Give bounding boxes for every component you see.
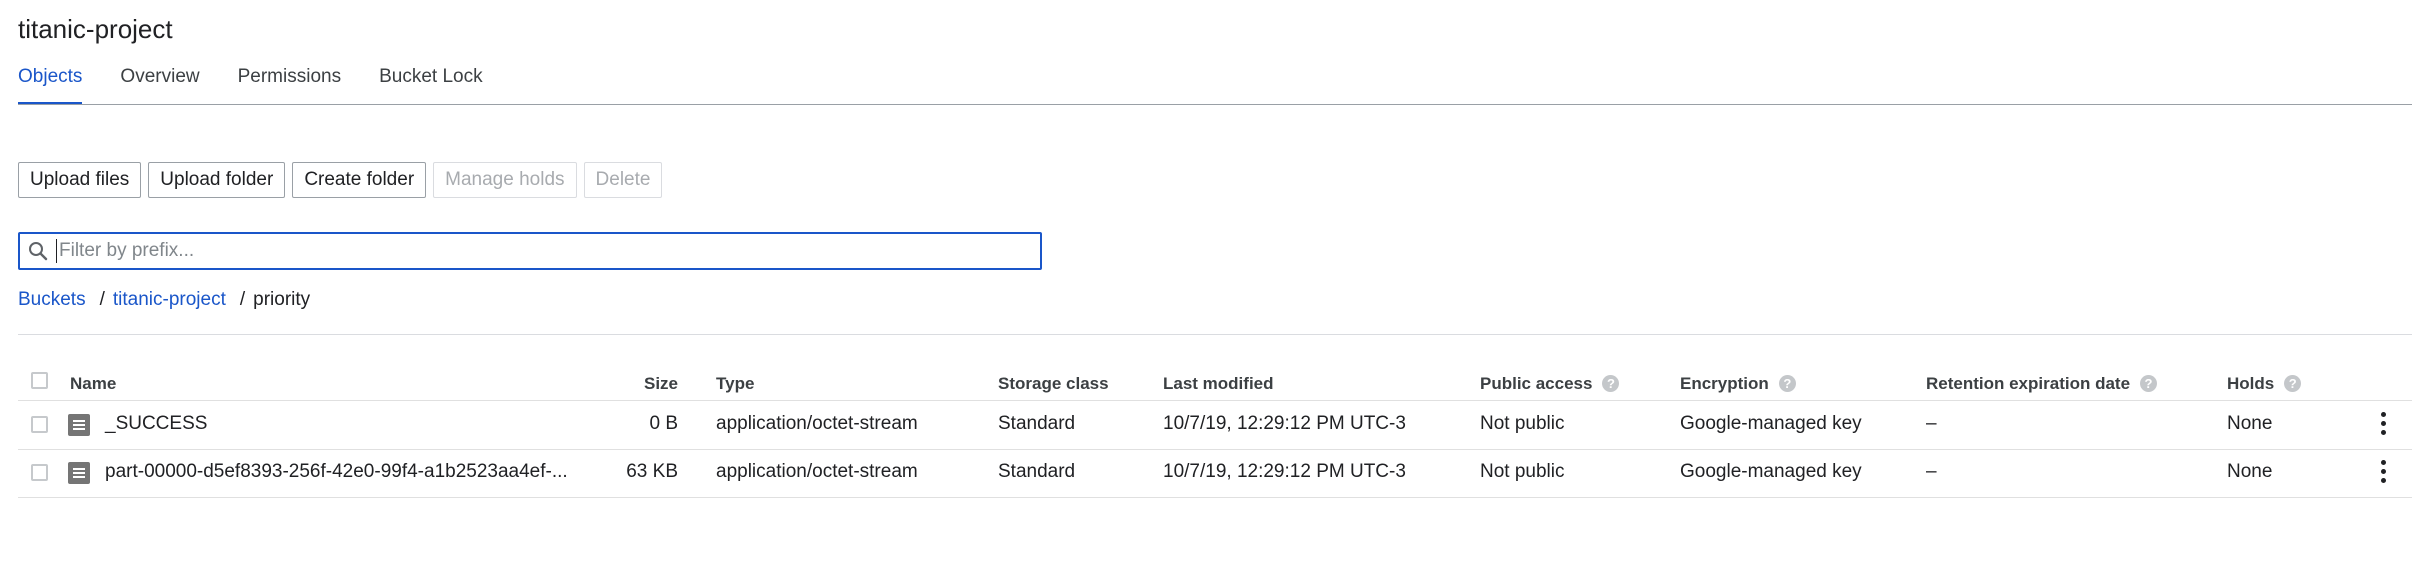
toolbar: Upload files Upload folder Create folder… [18, 162, 663, 198]
breadcrumb-bucket[interactable]: titanic-project [113, 289, 226, 311]
row-encryption: Google-managed key [1680, 461, 1862, 482]
help-icon[interactable]: ? [2140, 375, 2158, 392]
file-icon [68, 414, 90, 436]
breadcrumb-divider [18, 334, 2412, 335]
row-storage-class: Standard [998, 461, 1076, 482]
upload-folder-button[interactable]: Upload folder [148, 162, 286, 198]
header-public-access: Public access? [1480, 374, 1620, 394]
select-all-checkbox[interactable] [31, 372, 48, 389]
header-last-modified[interactable]: Last modified [1163, 374, 1274, 394]
tab-divider [18, 104, 2412, 105]
search-icon [29, 242, 48, 261]
delete-button[interactable]: Delete [583, 162, 663, 198]
breadcrumb: Buckets / titanic-project / priority [18, 289, 310, 311]
row-last-modified: 10/7/19, 12:29:12 PM UTC-3 [1163, 461, 1406, 482]
header-size[interactable]: Size [644, 374, 678, 394]
row-retention: – [1926, 461, 1937, 482]
breadcrumb-separator: / [239, 289, 246, 310]
breadcrumb-buckets[interactable]: Buckets [18, 289, 86, 311]
header-public-access-label[interactable]: Public access [1480, 374, 1592, 393]
header-encryption: Encryption? [1680, 374, 1796, 394]
row-type: application/octet-stream [716, 461, 918, 482]
header-divider [18, 400, 2412, 401]
row-size: 0 B [649, 413, 678, 434]
file-icon [68, 462, 90, 484]
create-folder-button[interactable]: Create folder [292, 162, 427, 198]
header-type[interactable]: Type [716, 374, 754, 394]
help-icon[interactable]: ? [2284, 375, 2302, 392]
filter-box [18, 232, 1042, 270]
row-public-access: Not public [1480, 413, 1565, 434]
row-encryption: Google-managed key [1680, 413, 1862, 434]
row-divider [18, 497, 2412, 498]
row-public-access: Not public [1480, 461, 1565, 482]
page-title: titanic-project [18, 14, 173, 44]
tab-bar: Objects Overview Permissions Bucket Lock [18, 64, 521, 106]
header-retention-label[interactable]: Retention expiration date [1926, 374, 2130, 393]
header-name[interactable]: Name [70, 374, 116, 394]
row-name[interactable]: part-00000-d5ef8393-256f-42e0-99f4-a1b25… [105, 461, 568, 483]
filter-input[interactable] [56, 239, 1021, 263]
more-vert-icon[interactable] [2380, 460, 2386, 486]
upload-files-button[interactable]: Upload files [18, 162, 142, 198]
header-retention: Retention expiration date? [1926, 374, 2158, 394]
row-holds: None [2227, 413, 2273, 434]
row-name[interactable]: _SUCCESS [105, 413, 207, 435]
breadcrumb-separator: / [99, 289, 105, 310]
row-size: 63 KB [626, 461, 678, 482]
header-holds-label[interactable]: Holds [2227, 374, 2274, 393]
row-checkbox[interactable] [31, 416, 48, 433]
row-checkbox[interactable] [31, 464, 48, 481]
header-encryption-label[interactable]: Encryption [1680, 374, 1769, 393]
more-vert-icon[interactable] [2380, 412, 2386, 438]
row-holds: None [2227, 461, 2273, 482]
breadcrumb-current: priority [253, 289, 311, 310]
manage-holds-button[interactable]: Manage holds [433, 162, 577, 198]
tab-overview[interactable]: Overview [120, 64, 199, 106]
row-last-modified: 10/7/19, 12:29:12 PM UTC-3 [1163, 413, 1406, 434]
row-storage-class: Standard [998, 413, 1076, 434]
row-divider [18, 449, 2412, 450]
row-type: application/octet-stream [716, 413, 918, 434]
header-holds: Holds? [2227, 374, 2302, 394]
help-icon[interactable]: ? [1602, 375, 1620, 392]
tab-permissions[interactable]: Permissions [238, 64, 341, 106]
row-retention: – [1926, 413, 1937, 434]
help-icon[interactable]: ? [1778, 375, 1796, 392]
tab-objects[interactable]: Objects [18, 64, 83, 106]
tab-bucket-lock[interactable]: Bucket Lock [379, 64, 483, 106]
header-storage-class[interactable]: Storage class [998, 374, 1109, 394]
